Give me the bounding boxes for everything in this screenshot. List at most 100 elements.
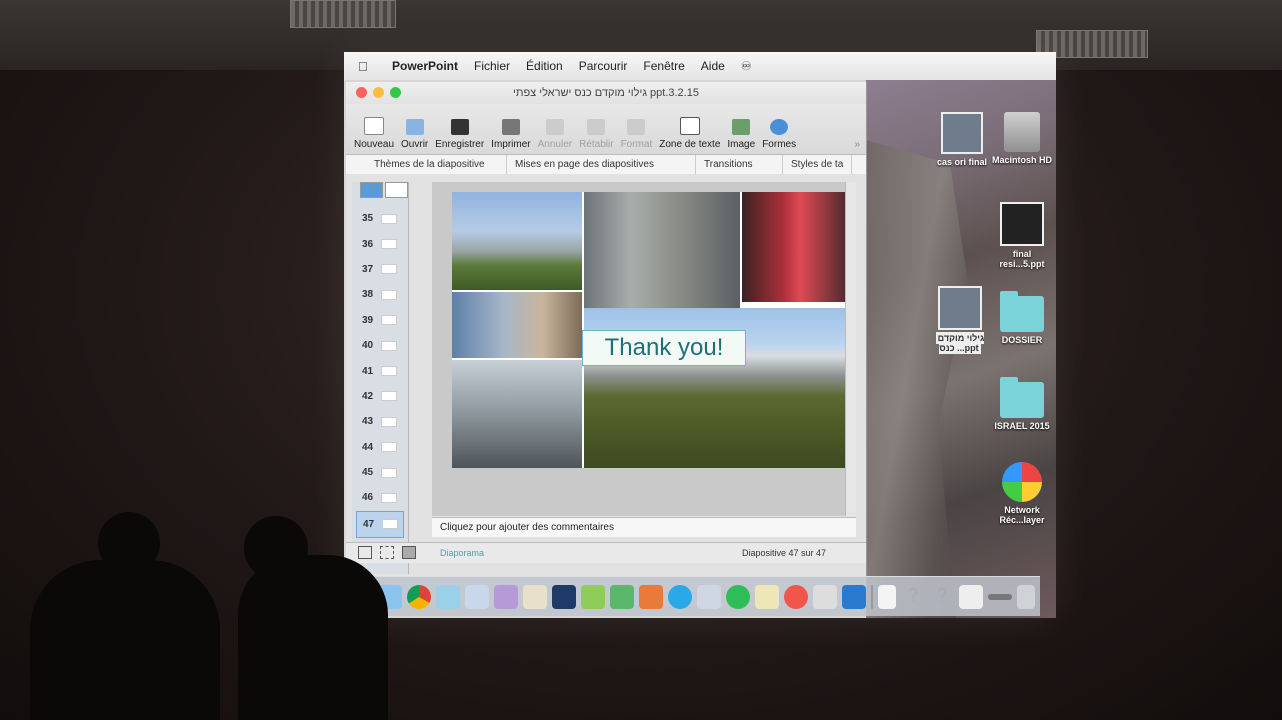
audience-silhouette-left xyxy=(30,560,220,720)
slide-thumbnail[interactable]: 38 xyxy=(352,282,408,307)
new-button[interactable]: Nouveau xyxy=(354,117,394,154)
chrome-icon[interactable] xyxy=(407,584,431,609)
minimize-button[interactable] xyxy=(373,87,384,98)
photo-building-towers xyxy=(452,192,582,290)
desktop-icon-macintosh-hd[interactable]: Macintosh HD xyxy=(992,112,1052,165)
slides-view-button[interactable] xyxy=(360,182,383,198)
stack-icon[interactable] xyxy=(959,584,983,609)
open-button[interactable]: Ouvrir xyxy=(401,119,428,154)
current-slide[interactable]: Thank you! xyxy=(452,192,848,468)
slide-thumbnail[interactable]: 39 xyxy=(352,308,408,333)
slide-number: 43 xyxy=(362,416,374,428)
question-mark-icon[interactable]: ? xyxy=(901,585,925,609)
close-button[interactable] xyxy=(356,87,367,98)
photoshop-icon[interactable] xyxy=(552,584,576,609)
skype-icon[interactable] xyxy=(668,584,692,609)
slide-number: 45 xyxy=(362,467,374,479)
menu-fenetre[interactable]: Fenêtre xyxy=(643,59,684,73)
desktop: cas ori final Macintosh HD final resi...… xyxy=(866,80,1056,618)
print-icon xyxy=(501,119,520,135)
slide-thumbnail-pane: 35 36 37 38 39 40 41 42 43 44 45 46 47 xyxy=(352,182,409,574)
presentation-file-icon xyxy=(938,286,982,330)
button-label: Image xyxy=(727,139,756,150)
document-icon[interactable] xyxy=(878,584,896,609)
slide-mini-preview xyxy=(381,366,398,377)
teamviewer-icon[interactable] xyxy=(842,584,866,609)
thank-you-caption[interactable]: Thank you! xyxy=(582,330,746,366)
slide-number: 47 xyxy=(363,518,375,530)
shapes-button[interactable]: Formes xyxy=(762,119,796,154)
slide-thumbnail[interactable]: 37 xyxy=(352,257,408,282)
notes-pane[interactable]: Cliquez pour ajouter des commentaires xyxy=(432,517,856,537)
menu-aide[interactable]: Aide xyxy=(701,59,725,73)
powerpoint-icon[interactable] xyxy=(639,584,663,609)
print-button[interactable]: Imprimer xyxy=(491,119,531,154)
notepad-icon[interactable] xyxy=(755,584,779,609)
menu-fichier[interactable]: Fichier xyxy=(474,59,510,73)
desktop-icon-final-ppt[interactable]: final resi...5.ppt xyxy=(992,202,1052,269)
apple-menu-icon[interactable]:  xyxy=(358,59,380,74)
tab-slide-layouts[interactable]: Mises en page des diapositives xyxy=(507,155,696,175)
tab-slide-themes[interactable]: Thèmes de la diapositive xyxy=(346,155,507,175)
slide-thumbnail[interactable]: 45 xyxy=(352,460,408,485)
script-menu-icon[interactable]: ♾ xyxy=(741,59,752,73)
zoom-button[interactable] xyxy=(390,87,401,98)
question-mark-icon[interactable]: ? xyxy=(930,585,954,609)
save-button[interactable]: Enregistrer xyxy=(435,119,484,154)
app-triangle-icon[interactable] xyxy=(610,584,634,609)
desktop-icon-cas-ori[interactable]: cas ori final xyxy=(932,112,992,167)
menu-edition[interactable]: Édition xyxy=(526,59,563,73)
slideshow-view-icon[interactable] xyxy=(402,546,416,559)
slide-number: 36 xyxy=(362,238,374,250)
slide-mini-preview xyxy=(381,442,398,453)
desktop-icon-dossier[interactable]: DOSSIER xyxy=(992,291,1052,345)
ceiling-vent xyxy=(290,0,396,28)
format-button[interactable]: Format xyxy=(621,119,652,154)
tab-table-styles[interactable]: Styles de ta xyxy=(783,155,853,175)
itunes-icon[interactable] xyxy=(784,584,808,609)
textbox-button[interactable]: Zone de texte xyxy=(659,117,720,154)
desktop-icon-israel-2015[interactable]: ISRAEL 2015 xyxy=(992,377,1052,431)
format-icon xyxy=(627,119,646,135)
slide-thumbnail[interactable]: 47 xyxy=(356,510,404,539)
slide-thumbnail[interactable]: 43 xyxy=(352,409,408,434)
outline-view-button[interactable] xyxy=(385,182,408,198)
trash-icon[interactable] xyxy=(1017,584,1035,609)
undo-button[interactable]: Annuler xyxy=(538,119,572,154)
desktop-icon-label: Network Réc...layer xyxy=(999,505,1045,525)
bamboo-icon[interactable] xyxy=(581,584,605,609)
slide-mini-preview xyxy=(382,519,399,530)
toolbar-overflow-button[interactable]: » xyxy=(854,139,860,154)
image-button[interactable]: Image xyxy=(727,119,755,154)
vertical-scrollbar[interactable] xyxy=(845,182,856,516)
maps-icon[interactable] xyxy=(436,584,460,609)
spotify-icon[interactable] xyxy=(726,584,750,609)
app-window-icon[interactable] xyxy=(697,584,721,609)
redo-button[interactable]: Rétablir xyxy=(579,119,614,154)
slide-thumbnail[interactable]: 42 xyxy=(352,384,408,409)
app-menu[interactable]: PowerPoint xyxy=(392,59,458,73)
display-icon[interactable] xyxy=(813,584,837,609)
slide-thumbnail[interactable]: 46 xyxy=(352,485,408,510)
notes-app-icon[interactable] xyxy=(523,584,547,609)
slide-thumbnail[interactable]: 36 xyxy=(352,231,408,256)
menu-parcourir[interactable]: Parcourir xyxy=(579,59,628,73)
slide-mini-preview xyxy=(381,340,398,351)
image-icon xyxy=(732,119,751,135)
slide-thumbnail[interactable]: 40 xyxy=(352,333,408,358)
desktop-icon-label: Macintosh HD xyxy=(992,155,1053,165)
preview-icon[interactable] xyxy=(465,584,489,609)
sorter-view-icon[interactable] xyxy=(380,546,394,559)
photo-glass-towers xyxy=(452,292,582,358)
slide-thumbnail[interactable]: 44 xyxy=(352,435,408,460)
normal-view-icon[interactable] xyxy=(358,546,372,559)
slide-number: 40 xyxy=(362,340,374,352)
minimized-window-icon[interactable] xyxy=(988,593,1012,600)
slide-thumbnail[interactable]: 35 xyxy=(352,206,408,231)
slide-mini-preview xyxy=(381,315,398,326)
slide-thumbnail[interactable]: 41 xyxy=(352,358,408,383)
desktop-icon-network-player[interactable]: Network Réc...layer xyxy=(992,462,1052,525)
desktop-icon-hebrew-ppt[interactable]: גילוי מוקדם כנס ...ppt xyxy=(930,286,990,354)
photos-icon[interactable] xyxy=(494,584,518,609)
tab-transitions[interactable]: Transitions xyxy=(696,155,783,175)
